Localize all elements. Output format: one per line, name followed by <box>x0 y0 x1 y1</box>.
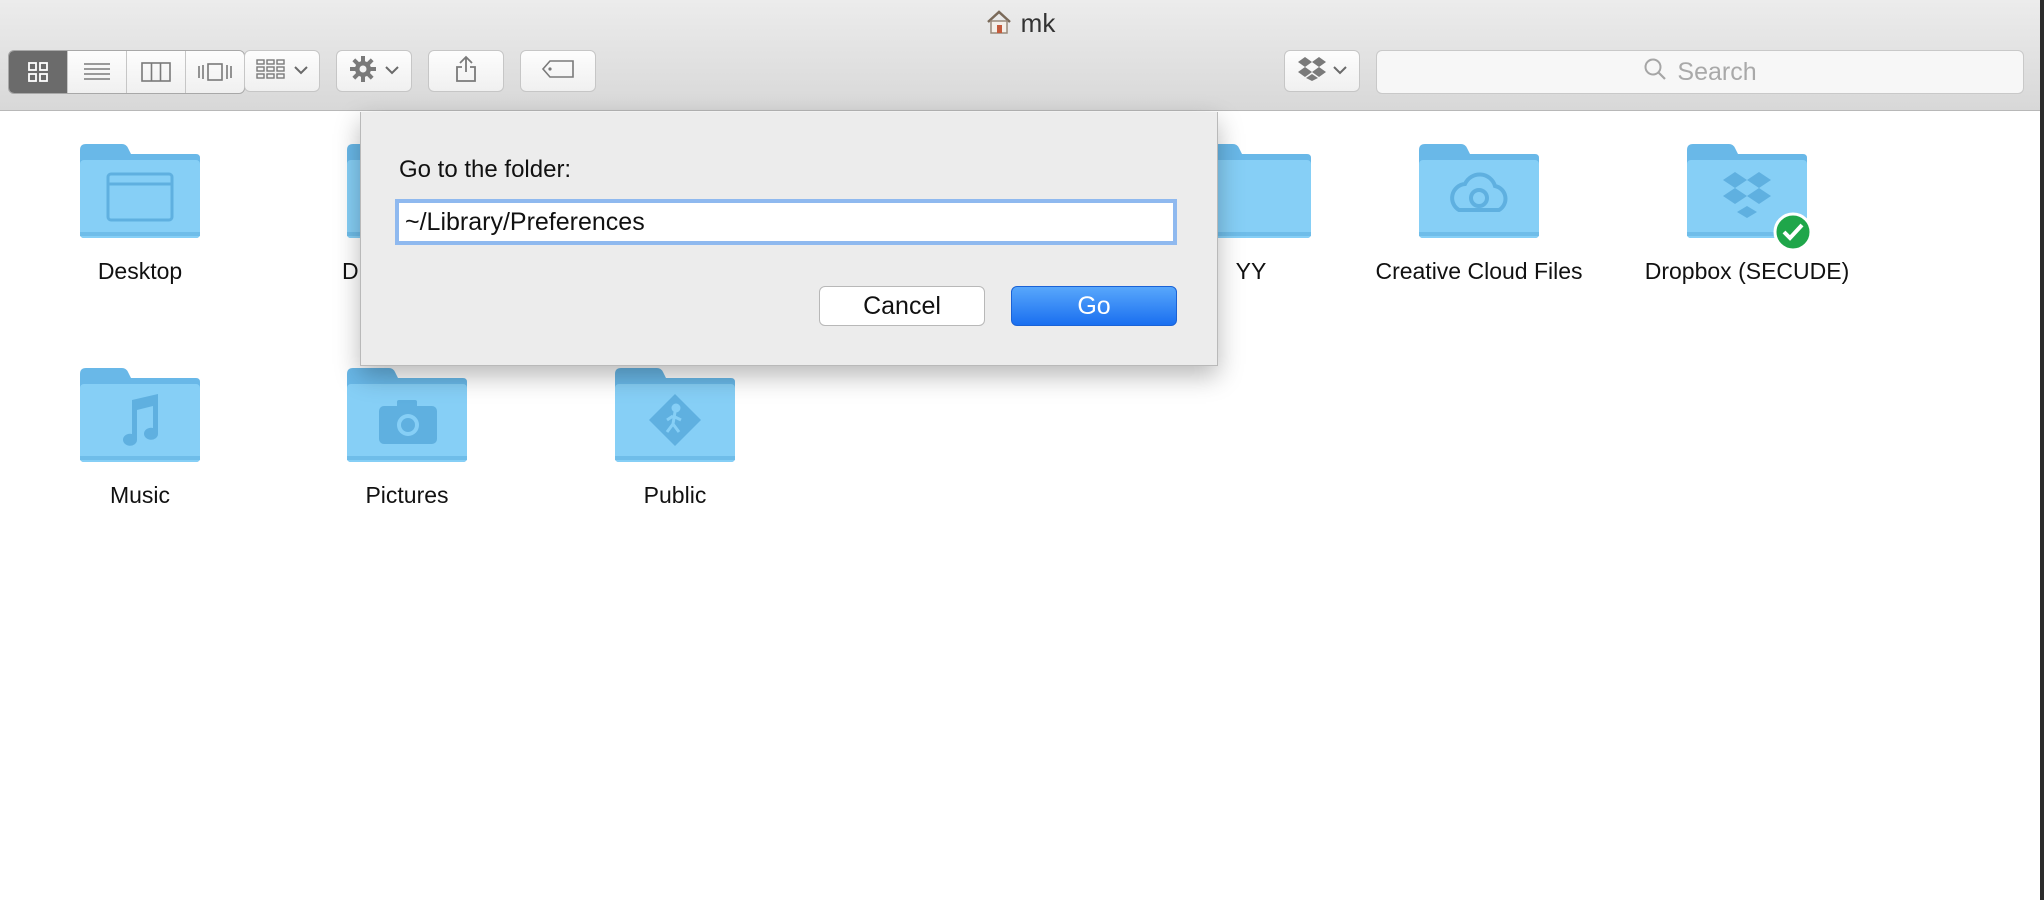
folder-path-input[interactable] <box>395 199 1177 245</box>
chevron-down-icon <box>294 62 308 80</box>
search-field[interactable]: Search <box>1376 50 2024 94</box>
list-view-icon[interactable] <box>68 51 127 93</box>
go-to-folder-label: Go to the folder: <box>399 156 572 183</box>
action-menu-button[interactable] <box>336 50 412 92</box>
music-folder-icon <box>78 364 202 464</box>
folder-pictures[interactable]: Pictures <box>292 364 522 509</box>
share-icon <box>454 55 478 88</box>
creative-cloud-folder-icon <box>1417 140 1541 240</box>
folder-label: Dropbox (SECUDE) <box>1644 258 1850 284</box>
arrange-button[interactable] <box>244 50 320 92</box>
chevron-down-icon <box>385 62 399 80</box>
go-to-folder-dialog: Go to the folder: Cancel Go <box>360 112 1218 366</box>
toolbar: mk Search <box>0 0 2040 111</box>
folder-label: Desktop <box>97 258 183 284</box>
tag-button[interactable] <box>520 50 596 92</box>
tag-icon <box>541 59 575 84</box>
window-title: mk <box>0 8 2040 42</box>
folder-music[interactable]: Music <box>25 364 255 509</box>
cover-flow-icon[interactable] <box>186 51 244 93</box>
public-folder-icon <box>613 364 737 464</box>
folder-label: Public <box>643 482 707 508</box>
arrange-grid-icon <box>256 58 286 85</box>
go-button[interactable]: Go <box>1011 286 1177 326</box>
home-icon <box>985 9 1013 42</box>
folder-desktop[interactable]: Desktop <box>25 140 255 285</box>
column-view-icon[interactable] <box>127 51 186 93</box>
chevron-down-icon <box>1333 62 1347 80</box>
window-edge <box>2040 0 2044 900</box>
folder-label: Pictures <box>365 482 449 508</box>
dropbox-menu-button[interactable] <box>1284 50 1360 92</box>
search-icon <box>1643 57 1677 88</box>
share-button[interactable] <box>428 50 504 92</box>
gear-icon <box>349 55 377 88</box>
view-mode-segmented-control[interactable] <box>8 50 245 94</box>
icon-view-icon[interactable] <box>9 51 68 93</box>
window-title-text: mk <box>1020 8 1056 38</box>
folder-label: Music <box>109 482 171 508</box>
folder-dropbox-secude[interactable]: Dropbox (SECUDE) <box>1632 140 1862 285</box>
cancel-button[interactable]: Cancel <box>819 286 985 326</box>
desktop-folder-icon <box>78 140 202 240</box>
synced-check-icon <box>1773 212 1813 252</box>
dropbox-icon <box>1297 56 1327 87</box>
pictures-folder-icon <box>345 364 469 464</box>
folder-public[interactable]: Public <box>560 364 790 509</box>
folder-creative-cloud-files[interactable]: Creative Cloud Files <box>1364 140 1594 285</box>
search-placeholder: Search <box>1677 57 1757 86</box>
folder-label: Creative Cloud Files <box>1375 258 1583 284</box>
